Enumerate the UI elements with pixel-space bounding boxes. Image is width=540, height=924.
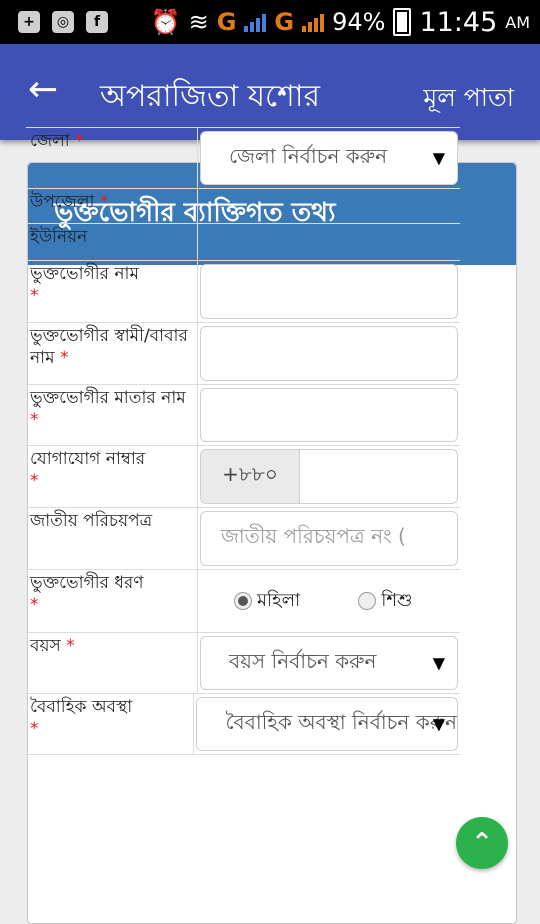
nid-label: জাতীয় পরিচয়পত্র bbox=[26, 508, 198, 569]
facebook-icon: f bbox=[86, 11, 108, 33]
district-row: জেলা * জেলা নির্বাচন করুন ▼ bbox=[26, 127, 460, 188]
age-row: বয়স * বয়স নির্বাচন করুন ▼ bbox=[26, 632, 460, 693]
victim-type-radio-group: মহিলা শিশু bbox=[200, 573, 458, 629]
radio-unchecked-icon bbox=[358, 592, 377, 610]
required-asterisk: * bbox=[66, 636, 75, 656]
nid-placeholder: জাতীয় পরিচয়পত্র নং ( bbox=[221, 524, 406, 548]
status-bar: + ◎ f ⏰ ≋ G G 94% 11:45 AM bbox=[0, 0, 540, 44]
back-arrow-icon[interactable]: ← bbox=[28, 70, 58, 110]
spouse-father-input[interactable] bbox=[200, 326, 458, 381]
scroll-top-button[interactable]: ⌃ bbox=[456, 817, 508, 869]
chat-bubble-icon: + bbox=[18, 11, 40, 33]
radio-woman[interactable]: মহিলা bbox=[234, 586, 300, 617]
union-field[interactable] bbox=[198, 224, 460, 260]
union-label: ইউনিয়ন bbox=[26, 224, 198, 260]
district-label: জেলা * bbox=[26, 128, 198, 188]
marital-field: বৈবাহিক অবস্থা নির্বাচন করুন ▼ bbox=[194, 694, 460, 754]
phone-input[interactable]: +৮৮০ bbox=[200, 449, 458, 504]
radio-child[interactable]: শিশু bbox=[358, 586, 413, 617]
phone-prefix: +৮৮০ bbox=[201, 450, 300, 503]
nid-field: জাতীয় পরিচয়পত্র নং ( bbox=[198, 508, 460, 569]
battery-percent: 94% bbox=[332, 8, 386, 36]
upazila-row: উপজেলা * bbox=[26, 188, 460, 223]
mother-label: ভুক্তভোগীর মাতার নাম * bbox=[26, 385, 198, 445]
spouse-father-label: ভুক্তভোগীর স্বামী/বাবার নাম * bbox=[26, 323, 198, 384]
district-field: জেলা নির্বাচন করুন ▼ bbox=[198, 128, 460, 188]
marital-label: বৈবাহিক অবস্থা * bbox=[26, 694, 195, 754]
upazila-label: উপজেলা * bbox=[26, 189, 198, 223]
required-asterisk: * bbox=[30, 286, 39, 306]
contact-field: +৮৮০ bbox=[198, 446, 460, 507]
required-asterisk: * bbox=[30, 471, 39, 491]
chevron-up-icon: ⌃ bbox=[471, 828, 493, 858]
victim-type-field: মহিলা শিশু bbox=[198, 570, 460, 632]
union-row: ইউনিয়ন bbox=[26, 223, 460, 260]
required-asterisk: * bbox=[30, 719, 39, 739]
nid-row: জাতীয় পরিচয়পত্র জাতীয় পরিচয়পত্র নং ( bbox=[26, 507, 460, 569]
victim-type-label: ভুক্তভোগীর ধরণ * bbox=[26, 570, 198, 632]
required-asterisk: * bbox=[75, 131, 84, 151]
network-type-1: G bbox=[216, 8, 237, 36]
spouse-father-field bbox=[198, 323, 460, 384]
mother-field bbox=[198, 385, 460, 445]
signal-bars-1-icon bbox=[244, 12, 267, 32]
required-asterisk: * bbox=[99, 192, 109, 212]
victim-name-field bbox=[198, 261, 460, 322]
victim-name-input[interactable] bbox=[200, 264, 458, 319]
wifi-icon: ≋ bbox=[188, 8, 209, 36]
dropdown-caret-icon: ▼ bbox=[432, 148, 445, 168]
required-asterisk: * bbox=[30, 595, 39, 615]
victim-type-row: ভুক্তভোগীর ধরণ * মহিলা শিশু bbox=[26, 569, 460, 632]
contact-label: যোগাযোগ নাম্বার * bbox=[26, 446, 198, 507]
mother-row: ভুক্তভোগীর মাতার নাম * bbox=[26, 384, 460, 445]
cassette-icon: ◎ bbox=[52, 11, 74, 33]
battery-icon bbox=[393, 8, 412, 36]
clock-time: 11:45 bbox=[419, 6, 498, 38]
app-title: অপরাজিতা যশোর bbox=[100, 79, 321, 114]
marital-select[interactable]: বৈবাহিক অবস্থা নির্বাচন করুন ▼ bbox=[196, 697, 458, 751]
home-link[interactable]: মূল পাতা bbox=[423, 78, 514, 121]
dropdown-caret-icon: ▼ bbox=[432, 714, 445, 734]
age-field: বয়স নির্বাচন করুন ▼ bbox=[198, 633, 460, 693]
dropdown-caret-icon: ▼ bbox=[432, 653, 445, 673]
radio-checked-icon bbox=[234, 592, 252, 610]
victim-info-form: জেলা * জেলা নির্বাচন করুন ▼ উপজেলা * ইউনি… bbox=[26, 127, 460, 755]
victim-name-label: ভুক্তভোগীর নাম * bbox=[26, 261, 198, 322]
upazila-field[interactable] bbox=[198, 189, 460, 223]
spouse-father-row: ভুক্তভোগীর স্বামী/বাবার নাম * bbox=[26, 322, 460, 384]
age-label: বয়স * bbox=[26, 633, 198, 693]
alarm-clock-icon: ⏰ bbox=[150, 8, 181, 36]
mother-name-input[interactable] bbox=[200, 388, 458, 442]
district-select[interactable]: জেলা নির্বাচন করুন ▼ bbox=[200, 131, 458, 185]
age-select[interactable]: বয়স নির্বাচন করুন ▼ bbox=[200, 636, 458, 690]
clock-ampm: AM bbox=[505, 12, 530, 32]
required-asterisk: * bbox=[30, 410, 39, 430]
required-asterisk: * bbox=[59, 348, 69, 368]
app-bar: ← অপরাজিতা যশোর মূল পাতা bbox=[0, 44, 540, 140]
signal-bars-2-icon bbox=[302, 12, 325, 32]
victim-name-row: ভুক্তভোগীর নাম * bbox=[26, 260, 460, 322]
nid-input[interactable]: জাতীয় পরিচয়পত্র নং ( bbox=[200, 511, 458, 566]
contact-row: যোগাযোগ নাম্বার * +৮৮০ bbox=[26, 445, 460, 507]
marital-row: বৈবাহিক অবস্থা * বৈবাহিক অবস্থা নির্বাচন … bbox=[26, 693, 460, 755]
network-type-2: G bbox=[274, 8, 295, 36]
